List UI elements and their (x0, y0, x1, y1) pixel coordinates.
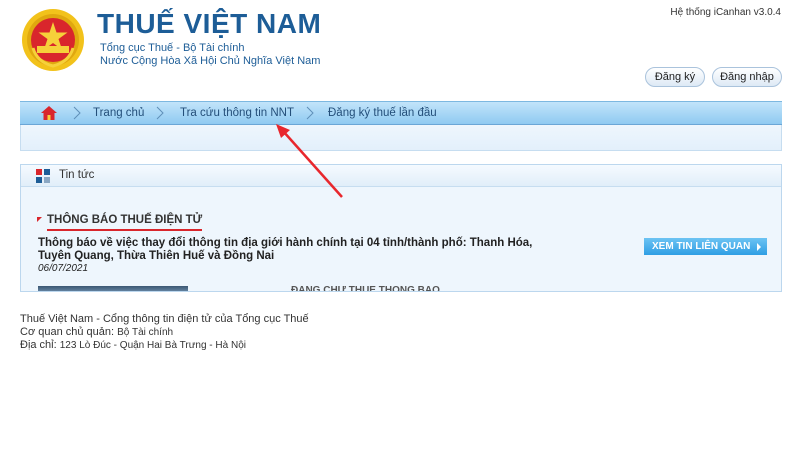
footer-site-line: Thuế Việt Nam - Cổng thông tin điện tử c… (20, 313, 309, 325)
system-version-label: Hệ thống iCanhan v3.0.4 (670, 7, 781, 18)
site-subtitle-agency: Tổng cục Thuế - Bộ Tài chính (100, 42, 245, 54)
nav-item-home[interactable]: Trang chủ (93, 102, 144, 124)
site-title: THUẾ VIỆT NAM (97, 8, 322, 39)
section-title: THÔNG BÁO THUẾ ĐIỆN TỬ (47, 214, 203, 231)
site-footer: Thuế Việt Nam - Cổng thông tin điện tử c… (20, 313, 309, 352)
nav-separator-icon (156, 106, 164, 120)
nav-item-lookup-taxpayer[interactable]: Tra cứu thông tin NNT (180, 102, 294, 124)
national-emblem-logo (22, 9, 84, 71)
main-nav-bar: Trang chủ Tra cứu thông tin NNT Đăng ký … (20, 101, 782, 125)
nav-separator-icon (73, 106, 81, 120)
news-heading: Tin tức (59, 169, 95, 181)
arrow-right-icon (757, 243, 761, 251)
register-button[interactable]: Đăng ký (645, 67, 705, 87)
footer-agency-label: Cơ quan chủ quản: (20, 326, 115, 338)
related-news-button[interactable]: XEM TIN LIÊN QUAN (644, 238, 767, 255)
home-icon[interactable] (40, 105, 58, 121)
news-panel: Tin tức THÔNG BÁO THUẾ ĐIỆN TỬ Thông báo… (20, 164, 782, 292)
site-subtitle-country: Nước Cộng Hòa Xã Hội Chủ Nghĩa Việt Nam (100, 55, 321, 67)
footer-address-value: 123 Lò Đúc - Quận Hai Bà Trưng - Hà Nội (59, 340, 246, 351)
sub-nav-bar (20, 125, 782, 151)
nav-item-first-tax-registration[interactable]: Đăng ký thuế lần đầu (328, 102, 437, 124)
footer-agency-value: Bộ Tài chính (117, 327, 174, 338)
truncated-article-title: ĐĂNG CHỮ THUẾ THÔNG BÁO (291, 286, 440, 292)
section-marker-icon (37, 217, 42, 222)
footer-address-label: Địa chỉ: (20, 339, 57, 351)
article-date: 06/07/2021 (38, 263, 89, 274)
article-title-link[interactable]: Thông báo về việc thay đổi thông tin địa… (38, 237, 548, 263)
footer-agency-line: Cơ quan chủ quản: Bộ Tài chính (20, 326, 309, 339)
site-header: THUẾ VIỆT NAM Tổng cục Thuế - Bộ Tài chí… (0, 0, 800, 96)
nav-separator-icon (306, 106, 314, 120)
news-panel-header: Tin tức (21, 165, 781, 187)
footer-address-line: Địa chỉ: 123 Lò Đúc - Quận Hai Bà Trưng … (20, 339, 309, 352)
login-button[interactable]: Đăng nhập (712, 67, 782, 87)
related-news-button-label: XEM TIN LIÊN QUAN (652, 241, 751, 252)
article-thumbnail[interactable] (38, 286, 188, 291)
news-icon (36, 169, 50, 183)
